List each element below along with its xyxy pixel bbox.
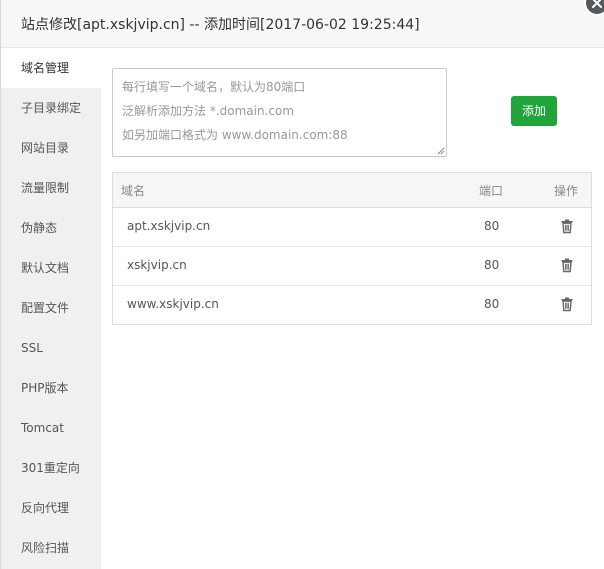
sidebar-item-risk-scan[interactable]: 风险扫描 [1,528,101,568]
sidebar-item-php-version[interactable]: PHP版本 [1,368,101,408]
sidebar-item-subdir-bind[interactable]: 子目录绑定 [1,88,101,128]
row-domain: apt.xskjvip.cn [127,219,211,233]
trash-icon[interactable] [559,218,575,234]
column-header-port: 端口 [479,184,504,198]
table-row: www.xskjvip.cn 80 [113,286,591,324]
sidebar-item-domain-manage[interactable]: 域名管理 [1,48,101,88]
column-header-domain: 域名 [121,184,146,198]
domain-input-placeholder-line: 每行填写一个域名，默认为80端口 [122,80,306,94]
sidebar-item-config-file[interactable]: 配置文件 [1,288,101,328]
sidebar-item-reverse-proxy[interactable]: 反向代理 [1,488,101,528]
column-header-ops: 操作 [554,184,579,198]
sidebar-item-301-redirect[interactable]: 301重定向 [1,448,101,488]
resize-grip-icon[interactable] [437,147,445,155]
sidebar: 域名管理 子目录绑定 网站目录 流量限制 伪静态 默认文档 配置文件 SSL P… [1,48,101,569]
domain-table: 域名 端口 操作 apt.xskjvip.cn 80 xskjvip.cn 80 [112,172,592,325]
dialog-titlebar[interactable]: 站点修改[apt.xskjvip.cn] -- 添加时间[2017-06-02 … [1,0,604,48]
domain-input-placeholder-line: 泛解析添加方法 *.domain.com [122,104,295,118]
row-domain: xskjvip.cn [127,258,187,272]
domain-input-placeholder-line: 如另加端口格式为 www.domain.com:88 [122,128,348,142]
trash-icon[interactable] [559,296,575,312]
row-domain: www.xskjvip.cn [127,297,219,311]
trash-icon[interactable] [559,257,575,273]
row-port: 80 [484,258,500,272]
add-domain-button[interactable]: 添加 [511,96,557,126]
row-port: 80 [484,219,500,233]
site-edit-dialog: 站点修改[apt.xskjvip.cn] -- 添加时间[2017-06-02 … [0,0,604,569]
row-port: 80 [484,297,500,311]
sidebar-item-ssl[interactable]: SSL [1,328,101,368]
table-row: xskjvip.cn 80 [113,247,591,286]
sidebar-item-rewrite[interactable]: 伪静态 [1,208,101,248]
sidebar-item-default-doc[interactable]: 默认文档 [1,248,101,288]
table-header: 域名 端口 操作 [113,173,591,208]
dialog-title: 站点修改[apt.xskjvip.cn] -- 添加时间[2017-06-02 … [21,17,420,33]
sidebar-item-site-dir[interactable]: 网站目录 [1,128,101,168]
table-row: apt.xskjvip.cn 80 [113,208,591,247]
domain-input[interactable]: 每行填写一个域名，默认为80端口 泛解析添加方法 *.domain.com 如另… [112,68,447,157]
close-icon [592,0,602,8]
sidebar-item-traffic-limit[interactable]: 流量限制 [1,168,101,208]
sidebar-item-tomcat[interactable]: Tomcat [1,408,101,448]
